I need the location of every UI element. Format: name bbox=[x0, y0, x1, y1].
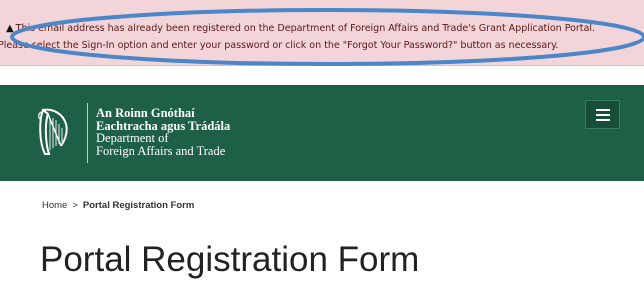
page-title: Portal Registration Form bbox=[40, 240, 420, 279]
alert-line-1: ▲ This email address has already been reg… bbox=[6, 23, 595, 34]
warning-icon: ▲ bbox=[6, 23, 14, 34]
logo-divider bbox=[87, 103, 88, 163]
harp-icon[interactable] bbox=[35, 106, 71, 158]
english-name-line-2: Foreign Affairs and Trade bbox=[96, 143, 226, 158]
alert-message-line-2: Please select the Sign-In option and ent… bbox=[0, 40, 559, 51]
alert-message-line-1: This email address has already been regi… bbox=[15, 23, 595, 34]
site-header: An Roinn Gnóthaí Eachtracha agus Trádála… bbox=[0, 85, 644, 181]
error-alert: ▲ This email address has already been reg… bbox=[0, 0, 644, 66]
breadcrumb-current: Portal Registration Form bbox=[82, 200, 195, 211]
page: ▲ This email address has already been reg… bbox=[0, 0, 644, 302]
breadcrumb-home-link[interactable]: Home bbox=[42, 200, 67, 211]
irish-name-line-1: An Roinn Gnóthaí bbox=[96, 106, 195, 120]
english-name-line-1: Department of bbox=[96, 131, 169, 145]
department-name[interactable]: An Roinn Gnóthaí Eachtracha agus Trádála… bbox=[96, 107, 230, 157]
breadcrumb: Home > Portal Registration Form bbox=[42, 200, 194, 211]
breadcrumb-separator: > bbox=[72, 200, 78, 211]
hamburger-menu-icon[interactable] bbox=[585, 100, 620, 129]
